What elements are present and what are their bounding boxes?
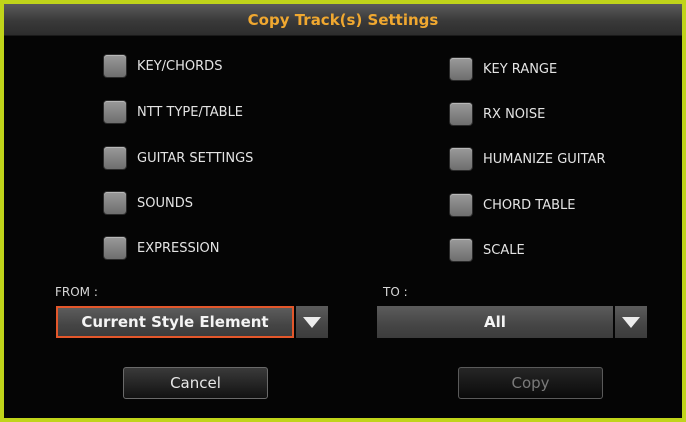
option-ntt-type-table[interactable]: NTT TYPE/TABLE: [104, 99, 243, 125]
option-key-range[interactable]: KEY RANGE: [450, 56, 557, 82]
from-dropdown-button[interactable]: [296, 306, 328, 338]
checkbox-icon[interactable]: [104, 101, 126, 123]
option-label: RX NOISE: [483, 106, 546, 122]
triangle-down-icon: [303, 316, 321, 328]
option-sounds[interactable]: SOUNDS: [104, 190, 193, 216]
option-label: SOUNDS: [137, 195, 193, 211]
from-label: FROM :: [55, 285, 98, 299]
dialog-title: Copy Track(s) Settings: [247, 10, 439, 29]
option-guitar-settings[interactable]: GUITAR SETTINGS: [104, 145, 253, 171]
triangle-down-icon: [622, 316, 640, 328]
cancel-button-label: Cancel: [170, 374, 221, 392]
option-label: SCALE: [483, 242, 525, 258]
checkbox-icon[interactable]: [104, 55, 126, 77]
option-scale[interactable]: SCALE: [450, 237, 525, 263]
option-label: HUMANIZE GUITAR: [483, 151, 606, 167]
option-label: EXPRESSION: [137, 240, 220, 256]
to-select-value: All: [484, 313, 506, 331]
checkbox-icon[interactable]: [450, 194, 472, 216]
checkbox-icon[interactable]: [104, 147, 126, 169]
option-label: GUITAR SETTINGS: [137, 150, 254, 166]
copy-track-settings-dialog: Copy Track(s) Settings KEY/CHORDS NTT TY…: [0, 0, 686, 422]
dialog-title-bar: Copy Track(s) Settings: [4, 4, 682, 36]
to-select[interactable]: All: [377, 306, 613, 338]
option-label: CHORD TABLE: [483, 197, 576, 213]
cancel-button[interactable]: Cancel: [123, 367, 268, 399]
checkbox-icon[interactable]: [450, 103, 472, 125]
option-label: NTT TYPE/TABLE: [137, 104, 244, 120]
to-label: TO :: [383, 285, 408, 299]
option-rx-noise[interactable]: RX NOISE: [450, 101, 545, 127]
copy-button[interactable]: Copy: [458, 367, 603, 399]
option-chord-table[interactable]: CHORD TABLE: [450, 192, 575, 218]
to-dropdown-button[interactable]: [615, 306, 647, 338]
checkbox-icon[interactable]: [104, 192, 126, 214]
option-label: KEY/CHORDS: [137, 58, 223, 74]
option-expression[interactable]: EXPRESSION: [104, 235, 220, 261]
option-label: KEY RANGE: [483, 61, 558, 77]
copy-button-label: Copy: [511, 374, 550, 392]
checkbox-icon[interactable]: [450, 148, 472, 170]
option-humanize-guitar[interactable]: HUMANIZE GUITAR: [450, 146, 606, 172]
from-select[interactable]: Current Style Element: [56, 306, 294, 338]
checkbox-icon[interactable]: [104, 237, 126, 259]
from-select-value: Current Style Element: [81, 313, 269, 331]
option-key-chords[interactable]: KEY/CHORDS: [104, 53, 222, 79]
checkbox-icon[interactable]: [450, 239, 472, 261]
checkbox-icon[interactable]: [450, 58, 472, 80]
